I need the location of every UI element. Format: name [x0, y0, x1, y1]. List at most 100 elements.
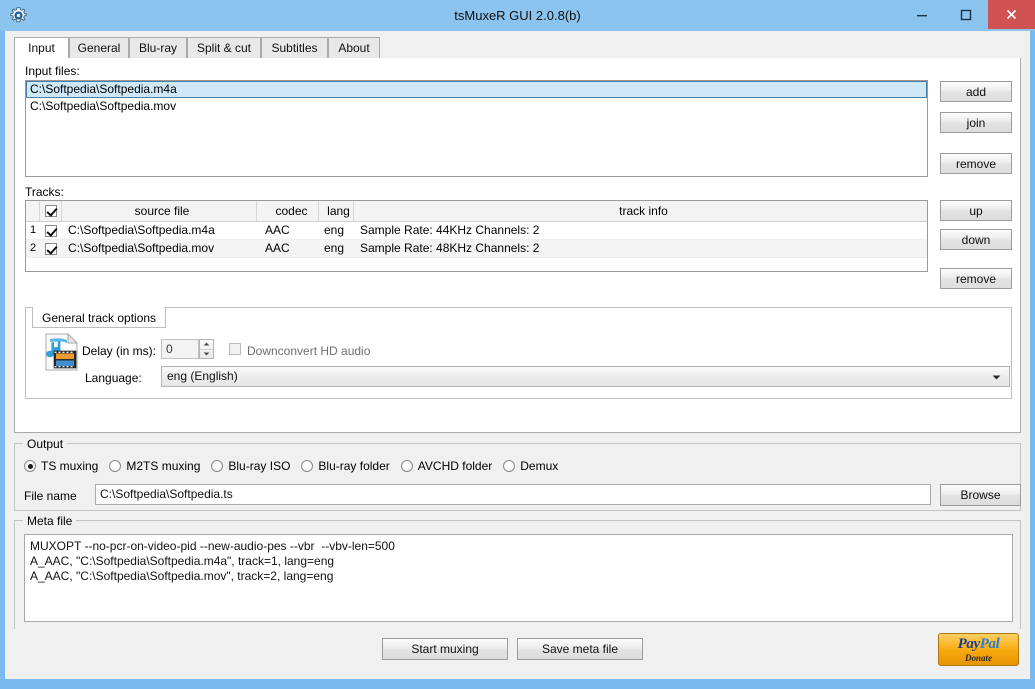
remove-input-button[interactable]: remove: [940, 153, 1012, 174]
table-header-row: source file codec lang track info: [26, 201, 927, 222]
paypal-donate-text: Donate: [965, 652, 992, 663]
radio-demux[interactable]: Demux: [503, 459, 558, 473]
row-checkbox[interactable]: [45, 224, 57, 237]
language-value: eng (English): [167, 369, 238, 383]
start-muxing-button[interactable]: Start muxing: [382, 638, 508, 660]
header-source-file[interactable]: source file: [62, 201, 257, 221]
file-name-label: File name: [24, 489, 77, 503]
track-options-tab[interactable]: General track options: [32, 307, 167, 328]
list-item[interactable]: C:\Softpedia\Softpedia.m4a: [26, 81, 927, 98]
radio-label: Blu-ray folder: [318, 459, 390, 473]
remove-track-button[interactable]: remove: [940, 268, 1012, 289]
radio-blu-ray-iso[interactable]: Blu-ray ISO: [211, 459, 290, 473]
tab-seam: [33, 307, 164, 309]
radio-label: Blu-ray ISO: [228, 459, 291, 473]
list-item[interactable]: C:\Softpedia\Softpedia.mov: [26, 98, 927, 115]
radio-label: AVCHD folder: [417, 459, 493, 473]
radio-indicator[interactable]: [503, 460, 516, 472]
radio-blu-ray-folder[interactable]: Blu-ray folder: [301, 459, 390, 473]
input-files-list[interactable]: C:\Softpedia\Softpedia.m4a C:\Softpedia\…: [25, 80, 928, 177]
language-label: Language:: [85, 371, 142, 385]
radio-indicator[interactable]: [301, 460, 314, 472]
application-window: tsMuxeR GUI 2.0.8(b) SOFTPEDIA www.softp…: [0, 0, 1035, 689]
meta-file-textarea[interactable]: MUXOPT --no-pcr-on-video-pid --new-audio…: [24, 534, 1013, 622]
tab-bar: Input General Blu-ray Split & cut Subtit…: [14, 37, 1021, 60]
header-track-info[interactable]: track info: [354, 201, 927, 221]
row-track-info: Sample Rate: 48KHz Channels: 2: [360, 241, 540, 255]
tab-about[interactable]: About: [328, 37, 380, 59]
delay-stepper[interactable]: [199, 339, 214, 359]
select-all-checkbox[interactable]: [44, 205, 57, 217]
save-meta-file-button[interactable]: Save meta file: [517, 638, 643, 660]
close-icon[interactable]: [988, 0, 1035, 29]
window-controls: [900, 0, 1035, 29]
up-button[interactable]: up: [940, 200, 1012, 221]
input-files-label: Input files:: [25, 64, 80, 78]
row-index: 2: [29, 242, 37, 254]
row-checkbox[interactable]: [45, 242, 57, 255]
tracks-label: Tracks:: [25, 185, 64, 199]
chevron-down-icon: [992, 367, 1001, 386]
tab-input[interactable]: Input: [14, 37, 69, 60]
stepper-down-icon[interactable]: [200, 350, 213, 359]
stepper-up-icon[interactable]: [200, 340, 213, 350]
header-codec[interactable]: codec: [257, 201, 319, 221]
radio-indicator[interactable]: [109, 460, 122, 472]
paypal-pay-text: Pay: [957, 635, 981, 652]
delay-input[interactable]: 0: [161, 339, 199, 359]
radio-label: Demux: [520, 459, 559, 473]
output-group-title: Output: [23, 437, 68, 451]
maximize-icon[interactable]: [944, 0, 988, 29]
tab-general[interactable]: General: [69, 37, 129, 59]
header-index: [26, 201, 40, 221]
file-name-input[interactable]: C:\Softpedia\Softpedia.ts: [95, 484, 931, 505]
tab-blu-ray[interactable]: Blu-ray: [129, 37, 187, 59]
radio-indicator[interactable]: [400, 460, 413, 472]
paypal-pal-text: Pal: [979, 635, 1000, 652]
paypal-wordmark: PayPal: [957, 635, 1000, 652]
main-panel: SOFTPEDIA www.softpedia.com Input Genera…: [5, 31, 1030, 679]
tab-split-cut[interactable]: Split & cut: [187, 37, 261, 59]
media-file-icon: [44, 332, 80, 374]
title-bar: tsMuxeR GUI 2.0.8(b): [0, 0, 1035, 31]
radio-avchd-folder[interactable]: AVCHD folder: [400, 459, 493, 473]
language-select[interactable]: eng (English): [161, 366, 1010, 387]
row-codec: AAC: [265, 241, 290, 255]
window-title: tsMuxeR GUI 2.0.8(b): [454, 8, 581, 23]
down-button[interactable]: down: [940, 229, 1012, 250]
row-codec: AAC: [265, 223, 290, 237]
row-index: 1: [29, 224, 37, 236]
radio-label: TS muxing: [41, 459, 99, 473]
tracks-table[interactable]: source file codec lang track info 1 C:\S…: [25, 200, 928, 272]
meta-file-group-title: Meta file: [23, 514, 77, 528]
join-button[interactable]: join: [940, 112, 1012, 133]
output-group: Output TS muxing M2TS muxing Blu-ray ISO…: [14, 437, 1021, 511]
tab-subtitles[interactable]: Subtitles: [261, 37, 328, 59]
header-lang[interactable]: lang: [319, 201, 354, 221]
row-source-file: C:\Softpedia\Softpedia.m4a: [68, 223, 215, 237]
browse-button[interactable]: Browse: [940, 484, 1021, 506]
delay-label: Delay (in ms):: [82, 344, 157, 358]
radio-indicator[interactable]: [24, 460, 36, 472]
client-area: SOFTPEDIA www.softpedia.com Input Genera…: [5, 31, 1030, 679]
downconvert-label: Downconvert HD audio: [247, 344, 371, 358]
table-row[interactable]: 2 C:\Softpedia\Softpedia.mov AAC eng Sam…: [26, 240, 927, 258]
radio-indicator[interactable]: [211, 460, 224, 472]
radio-label: M2TS muxing: [126, 459, 201, 473]
table-row[interactable]: 1 C:\Softpedia\Softpedia.m4a AAC eng Sam…: [26, 222, 927, 240]
track-options-group: General track options Delay (in ms): 0 D…: [25, 307, 1012, 399]
radio-ts-muxing[interactable]: TS muxing: [24, 459, 98, 473]
meta-file-group: Meta file MUXOPT --no-pcr-on-video-pid -…: [14, 514, 1021, 630]
downconvert-checkbox[interactable]: [229, 343, 241, 355]
row-lang: eng: [324, 223, 345, 237]
header-select-all[interactable]: [40, 201, 62, 221]
minimize-icon[interactable]: [900, 0, 944, 29]
add-button[interactable]: add: [940, 81, 1012, 102]
row-lang: eng: [324, 241, 345, 255]
tab-panel-input: Input files: C:\Softpedia\Softpedia.m4a …: [14, 58, 1021, 433]
row-checkbox-cell[interactable]: [40, 222, 62, 239]
row-checkbox-cell[interactable]: [40, 240, 62, 257]
radio-m2ts-muxing[interactable]: M2TS muxing: [109, 459, 200, 473]
footer-bar: Start muxing Save meta file PayPal Donat…: [5, 629, 1030, 679]
paypal-donate-button[interactable]: PayPal Donate: [938, 633, 1019, 666]
